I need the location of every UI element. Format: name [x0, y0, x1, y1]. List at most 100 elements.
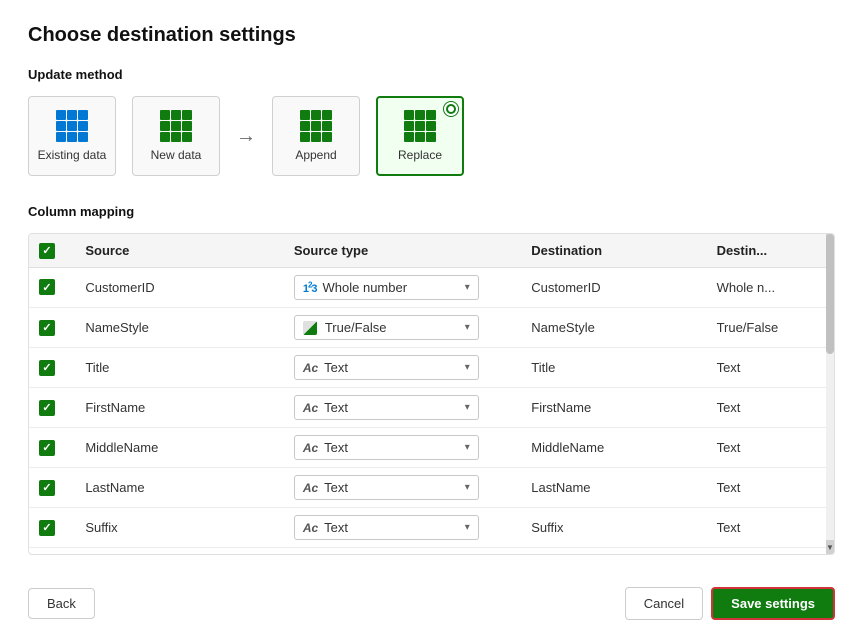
row-checkbox-cell — [29, 428, 75, 468]
source-name-cell: NameStyle — [75, 307, 283, 348]
dropdown-chevron-icon: ▾ — [465, 282, 470, 293]
select-all-checkbox[interactable] — [39, 243, 55, 259]
dest-type-cell: True/False — [707, 307, 834, 348]
row-checkbox-cell — [29, 548, 75, 554]
source-name-cell: CustomerID — [75, 267, 283, 307]
source-type-cell: True/False ▾ — [284, 307, 521, 348]
source-type-cell: Aс Text ▾ — [284, 428, 521, 468]
col-header-source-type: Source type — [284, 234, 521, 267]
replace-icon — [404, 110, 436, 142]
table-scroll-area[interactable]: Source Source type Destination Destin...… — [29, 234, 834, 554]
table-row: TitleAсText▾TitleText — [29, 348, 834, 388]
source-type-dropdown[interactable]: Aс Text ▾ — [294, 435, 479, 460]
dropdown-chevron-icon: ▾ — [465, 322, 470, 333]
source-type-cell: 123Whole number▾ — [284, 267, 521, 307]
selected-radio-badge — [444, 102, 458, 116]
destination-cell: CompanyName — [521, 548, 706, 554]
scrollbar-track[interactable]: ▲ ▼ — [826, 234, 834, 554]
dropdown-chevron-icon: ▾ — [465, 402, 470, 413]
col-header-dest-type: Destin... — [707, 234, 834, 267]
type-icon: Aс — [303, 480, 318, 495]
row-checkbox-cell — [29, 348, 75, 388]
dropdown-chevron-icon: ▾ — [465, 442, 470, 453]
source-type-cell: Aс Text ▾ — [284, 348, 521, 388]
dest-type-cell: Whole n... — [707, 267, 834, 307]
row-checkbox[interactable] — [39, 279, 55, 295]
source-type-dropdown[interactable]: True/False ▾ — [294, 315, 479, 341]
source-name-cell: Title — [75, 348, 283, 388]
row-checkbox-cell — [29, 468, 75, 508]
type-icon: Aс — [303, 440, 318, 455]
type-label: Text — [324, 520, 348, 535]
source-type-cell: AсText▾ — [284, 548, 521, 554]
dest-type-cell: Text — [707, 468, 834, 508]
destination-cell: MiddleName — [521, 428, 706, 468]
source-type-cell: Aс Text ▾ — [284, 508, 521, 548]
destination-cell: FirstName — [521, 388, 706, 428]
type-icon: 123 — [303, 280, 317, 295]
table-row: NameStyleTrue/False▾NameStyleTrue/False — [29, 307, 834, 348]
source-type-dropdown[interactable]: AсText▾ — [294, 395, 479, 420]
row-checkbox[interactable] — [39, 400, 55, 416]
footer: Back Cancel Save settings — [28, 575, 835, 620]
column-mapping-label: Column mapping — [28, 204, 835, 219]
back-button[interactable]: Back — [28, 588, 95, 619]
row-checkbox-cell — [29, 388, 75, 428]
replace-label: Replace — [398, 148, 442, 162]
page-title: Choose destination settings — [28, 24, 835, 47]
table-row: CompanyNameAсText▾CompanyNameText — [29, 548, 834, 554]
scroll-down-arrow[interactable]: ▼ — [826, 540, 834, 554]
source-type-cell: AсText▾ — [284, 468, 521, 508]
source-type-dropdown[interactable]: 123Whole number▾ — [294, 275, 479, 300]
dest-type-cell: Text — [707, 348, 834, 388]
col-header-source: Source — [75, 234, 283, 267]
table-row: LastNameAсText▾LastNameText — [29, 468, 834, 508]
destination-cell: Suffix — [521, 508, 706, 548]
new-data-card[interactable]: New data — [132, 96, 220, 176]
source-type-dropdown[interactable]: Aс Text ▾ — [294, 355, 479, 380]
dropdown-chevron-icon: ▾ — [465, 522, 470, 533]
row-checkbox[interactable] — [39, 520, 55, 536]
type-label: Text — [324, 400, 348, 415]
destination-cell: LastName — [521, 468, 706, 508]
row-checkbox[interactable] — [39, 480, 55, 496]
scrollbar-thumb[interactable] — [826, 234, 834, 354]
table-header-row: Source Source type Destination Destin... — [29, 234, 834, 267]
type-label: Text — [324, 360, 348, 375]
table-row: MiddleName Aс Text ▾ MiddleName Text — [29, 428, 834, 468]
source-name-cell: CompanyName — [75, 548, 283, 554]
new-data-label: New data — [151, 148, 202, 162]
destination-cell: Title — [521, 348, 706, 388]
source-type-dropdown[interactable]: Aс Text ▾ — [294, 515, 479, 540]
source-name-cell: FirstName — [75, 388, 283, 428]
row-checkbox-cell — [29, 267, 75, 307]
destination-cell: NameStyle — [521, 307, 706, 348]
destination-cell: CustomerID — [521, 267, 706, 307]
source-name-cell: MiddleName — [75, 428, 283, 468]
save-settings-button[interactable]: Save settings — [711, 587, 835, 620]
source-type-dropdown[interactable]: AсText▾ — [294, 475, 479, 500]
cancel-button[interactable]: Cancel — [625, 587, 703, 620]
column-mapping-table: Source Source type Destination Destin...… — [29, 234, 834, 554]
row-checkbox[interactable] — [39, 440, 55, 456]
update-method-label: Update method — [28, 67, 835, 82]
dest-type-cell: Text — [707, 388, 834, 428]
type-icon: Aс — [303, 520, 318, 535]
append-icon — [300, 110, 332, 142]
source-type-cell: AсText▾ — [284, 388, 521, 428]
type-icon: Aс — [303, 360, 318, 375]
existing-data-card[interactable]: Existing data — [28, 96, 116, 176]
append-card[interactable]: Append — [272, 96, 360, 176]
type-label: Text — [324, 440, 348, 455]
replace-card-wrapper: Replace — [376, 96, 464, 176]
existing-data-label: Existing data — [38, 148, 107, 162]
row-checkbox[interactable] — [39, 360, 55, 376]
type-label: Text — [324, 480, 348, 495]
col-header-checkbox — [29, 234, 75, 267]
dropdown-chevron-icon: ▾ — [465, 362, 470, 373]
row-checkbox[interactable] — [39, 320, 55, 336]
column-mapping-table-container: Source Source type Destination Destin...… — [28, 233, 835, 555]
type-label: True/False — [325, 320, 387, 335]
table-row: FirstNameAсText▾FirstNameText — [29, 388, 834, 428]
arrow-right-icon: → — [236, 125, 256, 148]
